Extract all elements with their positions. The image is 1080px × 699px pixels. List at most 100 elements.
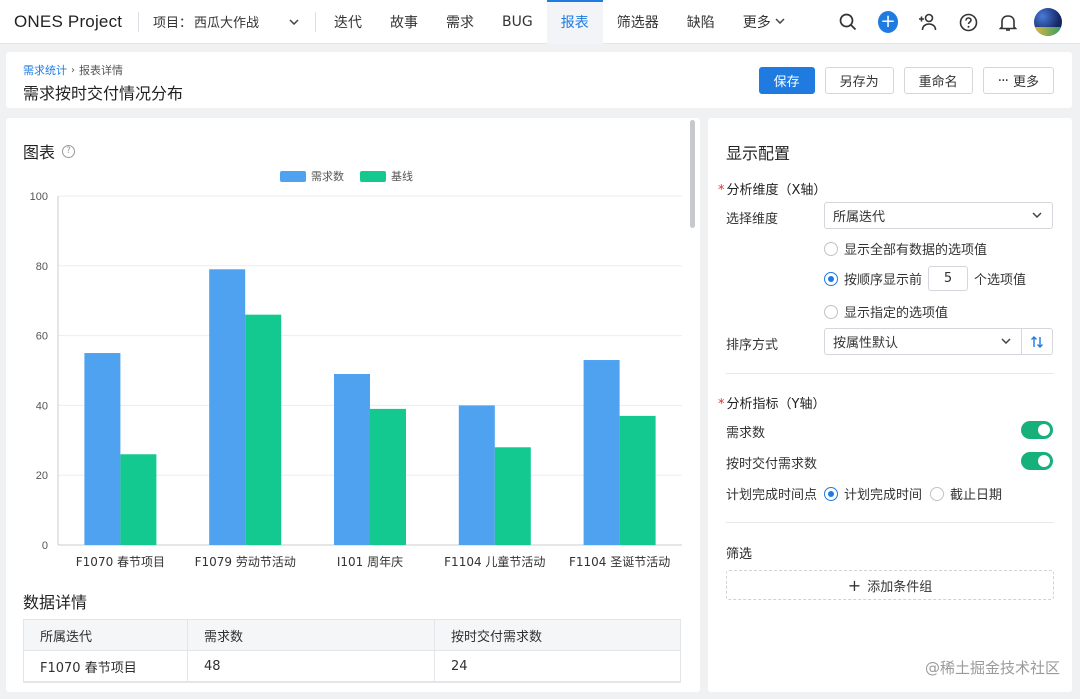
bar[interactable] <box>334 373 370 545</box>
y-tick-label: 80 <box>36 261 48 273</box>
bar[interactable] <box>209 269 246 545</box>
radio-show-specified[interactable]: 显示指定的选项值 <box>824 302 948 321</box>
radio-label: 显示指定的选项值 <box>844 306 949 321</box>
radio-show-top[interactable]: 按顺序显示前 5 个选项值 <box>824 266 1026 291</box>
legend-item[interactable]: 需求数 <box>280 168 344 184</box>
legend-label: 需求数 <box>311 170 344 183</box>
add-circle-icon[interactable]: + <box>878 11 898 33</box>
more-button[interactable]: ··· 更多 <box>982 67 1054 94</box>
radio-deadline[interactable]: 截止日期 <box>930 484 1002 503</box>
sort-order-icon[interactable] <box>1021 328 1053 355</box>
radio-button[interactable] <box>824 304 838 319</box>
nav-label: 需求 <box>446 14 474 31</box>
radio-label: 计划完成时间 <box>844 488 923 503</box>
save-as-button[interactable]: 另存为 <box>824 67 894 94</box>
nav-label: 缺陷 <box>686 14 715 31</box>
bar[interactable] <box>494 447 531 545</box>
time-point-label: 计划完成时间点 <box>726 488 818 503</box>
bar[interactable] <box>583 360 620 545</box>
nav-label: 筛选器 <box>616 14 659 31</box>
y-tick-label: 60 <box>36 331 48 343</box>
brand-logo[interactable]: ONES Project <box>0 12 138 32</box>
chevron-down-icon <box>1001 336 1011 347</box>
table-header-cell[interactable]: 按时交付需求数 <box>435 620 680 650</box>
bar[interactable] <box>120 454 157 545</box>
rename-button[interactable]: 重命名 <box>903 67 973 94</box>
help-icon[interactable]: ? <box>62 144 76 158</box>
bar[interactable] <box>458 405 495 545</box>
radio-button[interactable] <box>824 486 838 501</box>
sort-select[interactable]: 按属性默认 <box>824 328 1022 355</box>
table-cell: 48 <box>188 651 435 681</box>
avatar[interactable] <box>1034 8 1062 36</box>
page-title: 需求按时交付情况分布 <box>23 84 184 103</box>
x-axis-title: 分析维度（X轴） <box>718 179 827 198</box>
metric-toggle[interactable] <box>1021 452 1053 470</box>
save-button[interactable]: 保存 <box>758 67 815 94</box>
chevron-down-icon <box>289 15 299 28</box>
metric-toggle[interactable] <box>1021 421 1053 439</box>
nav-item-iteration[interactable]: 迭代 <box>320 0 376 44</box>
radio-button[interactable] <box>824 241 838 256</box>
nav-label: BUG <box>502 13 533 30</box>
more-button-label: 更多 <box>1012 75 1039 90</box>
project-name: 西瓜大作战 <box>194 16 260 31</box>
add-user-icon[interactable] <box>918 12 938 32</box>
table-cell: F1070 春节项目 <box>24 651 188 681</box>
legend-swatch <box>280 170 306 182</box>
x-tick-label: I101 周年庆 <box>337 555 403 569</box>
nav-item-requirement[interactable]: 需求 <box>432 0 488 44</box>
bar[interactable] <box>370 408 406 545</box>
nav-item-more[interactable]: 更多 <box>729 0 799 44</box>
nav-item-filter[interactable]: 筛选器 <box>603 0 673 44</box>
x-tick-label: F1104 儿童节活动 <box>444 554 545 569</box>
x-tick-label: F1104 圣诞节活动 <box>569 555 670 569</box>
legend-item[interactable]: 基线 <box>360 168 413 184</box>
breadcrumb-link[interactable]: 需求统计 <box>23 62 67 78</box>
nav-label: 迭代 <box>334 14 362 31</box>
nav-item-report[interactable]: 报表 <box>546 0 603 44</box>
dimension-select[interactable]: 所属迭代 <box>824 202 1053 229</box>
search-icon[interactable] <box>838 12 858 32</box>
scrollbar[interactable] <box>690 120 695 228</box>
nav-label: 报表 <box>560 14 589 31</box>
divider <box>315 11 316 32</box>
top-icons: + <box>818 0 1080 44</box>
bar-chart: 0 20 40 60 80 100 F1070 春节项目 F1079 劳动节活动 I101 周年… <box>30 191 682 569</box>
top-count-input[interactable]: 5 <box>928 266 969 291</box>
detail-section-title: 数据详情 <box>23 589 87 613</box>
main-nav: 迭代 故事 需求 BUG 报表 筛选器 缺陷 更多 <box>320 0 799 44</box>
bar[interactable] <box>245 314 282 545</box>
x-tick-label: F1070 春节项目 <box>76 555 165 569</box>
bar[interactable] <box>84 353 121 545</box>
nav-item-story[interactable]: 故事 <box>376 0 432 44</box>
config-panel: 显示配置 分析维度（X轴） 选择维度 所属迭代 显示全部有数据的选项值 按顺序显… <box>708 118 1072 692</box>
legend-label: 基线 <box>391 170 413 183</box>
metric-label: 需求数 <box>726 426 766 441</box>
nav-label: 故事 <box>390 14 418 31</box>
add-group-label: 添加条件组 <box>867 579 933 595</box>
table-header-cell[interactable]: 所属迭代 <box>24 620 188 650</box>
radio-button[interactable] <box>824 271 838 286</box>
bar[interactable] <box>619 415 656 545</box>
radio-button[interactable] <box>930 486 944 501</box>
y-tick-label: 40 <box>36 400 48 412</box>
y-tick-label: 0 <box>42 540 48 552</box>
chevron-down-icon <box>775 16 785 27</box>
x-tick-label: F1079 劳动节活动 <box>195 555 296 569</box>
y-tick-label: 100 <box>30 191 48 203</box>
nav-item-defect[interactable]: 缺陷 <box>673 0 729 44</box>
bell-icon[interactable] <box>998 12 1018 32</box>
chart-section-title: 图表 ? <box>23 139 76 163</box>
nav-item-bug[interactable]: BUG <box>488 0 547 44</box>
radio-planned-time[interactable]: 计划完成时间 <box>824 484 922 503</box>
project-selector[interactable]: 项目： 西瓜大作战 <box>139 12 315 31</box>
table-header-cell[interactable]: 需求数 <box>188 620 435 650</box>
help-icon[interactable] <box>958 12 978 32</box>
breadcrumb-current: 报表详情 <box>79 64 123 77</box>
add-condition-group-button[interactable]: + 添加条件组 <box>726 570 1054 600</box>
radio-show-all[interactable]: 显示全部有数据的选项值 <box>824 239 987 258</box>
dimension-value: 所属迭代 <box>833 210 886 225</box>
table-header-row: 所属迭代 需求数 按时交付需求数 <box>24 620 680 651</box>
x-axis-title-text: 分析维度（X轴） <box>726 183 827 198</box>
